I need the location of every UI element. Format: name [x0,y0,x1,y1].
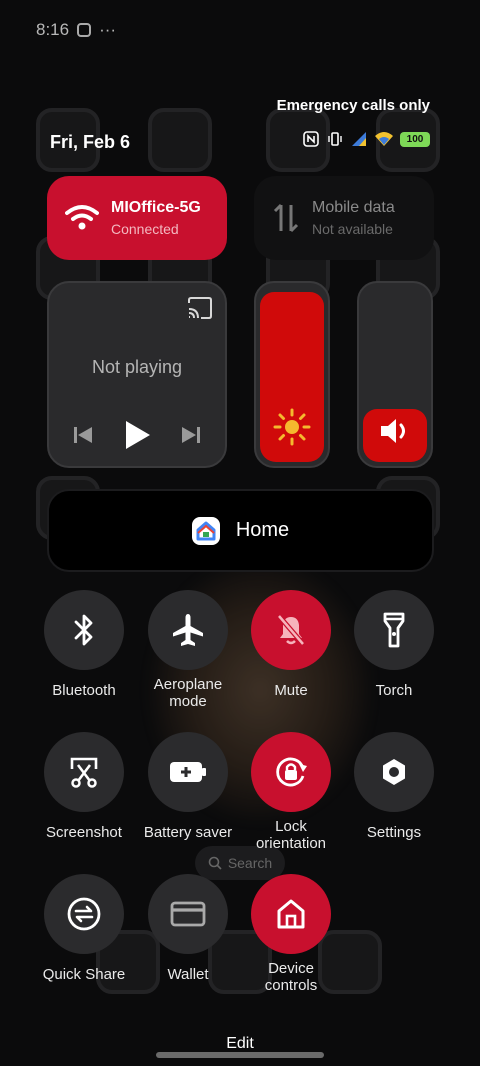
bluetooth-toggle[interactable]: Bluetooth [34,590,134,699]
network-status: Emergency calls only [276,97,430,114]
edit-button[interactable]: Edit [0,1035,480,1053]
cast-icon[interactable] [187,297,213,319]
battery-plus-icon [170,762,206,782]
settings-label: Settings [366,824,422,841]
screenshot-toggle[interactable]: Screenshot [34,732,134,841]
wifi-name: MIOffice-5G [111,199,201,216]
lock-orientation-button[interactable] [251,732,331,812]
aeroplane-mode-button[interactable] [148,590,228,670]
mute-button[interactable] [251,590,331,670]
device-controls-label: Device controls [264,960,318,994]
previous-track-button[interactable] [65,417,101,453]
mobile-data-status: Not available [312,221,393,237]
battery-saver-button[interactable] [148,732,228,812]
settings-toggle[interactable]: Settings [344,732,444,841]
battery-saver-label: Battery saver [143,824,233,841]
bluetooth-icon [74,614,93,646]
screenshot-label: Screenshot [46,824,122,841]
mobile-data-tile[interactable]: Mobile data Not available [254,176,434,260]
bluetooth-button[interactable] [44,590,124,670]
media-status: Not playing [91,357,183,377]
home-icon [277,899,305,929]
settings-button[interactable] [354,732,434,812]
volume-icon [381,419,405,443]
more-notifications-icon: ··· [99,20,117,39]
status-bar: 8:16 ··· [36,20,116,40]
previous-icon [74,427,92,443]
app-icon [148,108,212,172]
quick-share-label: Quick Share [42,966,126,983]
torch-button[interactable] [354,590,434,670]
brightness-slider[interactable] [254,281,330,468]
volume-slider[interactable] [357,281,433,468]
settings-icon [383,759,405,785]
next-track-button[interactable] [173,417,209,453]
notification-icon [77,23,92,37]
lock-orientation-label: Lock orientation [255,818,327,852]
quick-share-button[interactable] [44,874,124,954]
wifi-status-icon [375,132,393,146]
aeroplane-mode-label: Aeroplane mode [153,676,223,710]
rotation-lock-icon [276,757,307,787]
torch-toggle[interactable]: Torch [344,590,444,699]
next-icon [182,427,200,443]
brightness-icon [273,408,311,446]
wifi-status: Connected [111,221,179,237]
status-icons: 100 [302,130,430,148]
wallet-icon [170,901,206,927]
screenshot-button[interactable] [44,732,124,812]
airplane-icon [173,614,203,646]
battery-saver-toggle[interactable]: Battery saver [138,732,238,841]
search-label: Search [227,855,273,871]
mobile-data-icon [273,203,299,233]
wifi-tile[interactable]: MIOffice-5G Connected [47,176,227,260]
wifi-icon [65,205,99,230]
media-player-tile[interactable]: Not playing [47,281,227,468]
torch-label: Torch [375,682,413,699]
flashlight-icon [383,612,405,648]
wallet-label: Wallet [167,966,209,983]
home-tile-label: Home [235,519,290,541]
wallet-toggle[interactable]: Wallet [138,874,238,983]
device-controls-button[interactable] [251,874,331,954]
play-icon [126,421,150,449]
date-label[interactable]: Fri, Feb 6 [50,132,130,153]
mute-label: Mute [274,682,308,699]
gesture-bar[interactable] [156,1052,324,1058]
lock-orientation-toggle[interactable]: Lock orientation [241,732,341,852]
home-tile[interactable]: Home [47,489,434,572]
wallet-button[interactable] [148,874,228,954]
quick-share-icon [67,897,101,931]
google-home-icon [191,516,220,545]
mobile-data-title: Mobile data [312,199,395,216]
bell-off-icon [277,614,305,646]
quick-share-toggle[interactable]: Quick Share [34,874,134,983]
mute-toggle[interactable]: Mute [241,590,341,699]
signal-icon [352,132,366,146]
device-controls-toggle[interactable]: Device controls [241,874,341,994]
vibrate-icon [328,132,342,146]
search-icon [208,856,222,870]
aeroplane-mode-toggle[interactable]: Aeroplane mode [138,590,238,710]
play-button[interactable] [119,417,155,453]
battery-icon: 100 [400,131,430,147]
scissors-icon [70,757,98,788]
nfc-icon [303,131,319,147]
clock: 8:16 [36,20,70,39]
bluetooth-label: Bluetooth [52,682,116,699]
